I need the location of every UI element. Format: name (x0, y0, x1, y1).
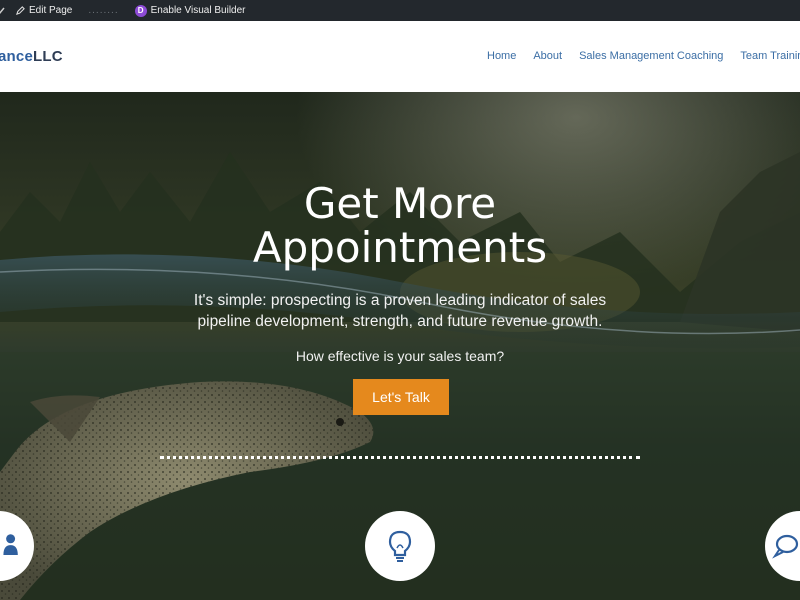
blurred-admin-item[interactable]: ........ (88, 5, 118, 16)
logo-text-part1: ance (0, 48, 33, 65)
hero-question: How effective is your sales team? (295, 348, 505, 364)
lightbulb-icon (388, 530, 412, 562)
lets-talk-button[interactable]: Let's Talk (353, 379, 449, 415)
divi-icon: D (134, 4, 147, 17)
main-nav: Home About Sales Management Coaching Tea… (487, 50, 800, 62)
edit-page-label: Edit Page (29, 5, 73, 16)
nav-about[interactable]: About (533, 50, 562, 62)
nav-sales-management-coaching[interactable]: Sales Management Coaching (579, 50, 723, 62)
hero-title: Get More Appointments (0, 182, 800, 270)
enable-visual-builder-link[interactable]: D Enable Visual Builder (134, 4, 246, 17)
feature-circle-2[interactable] (365, 511, 435, 581)
logo-text-part2: LLC (33, 48, 63, 65)
nav-home[interactable]: Home (487, 50, 516, 62)
dotted-divider (160, 456, 640, 459)
hero-title-line1: Get More (303, 179, 497, 228)
nav-team-training[interactable]: Team Training (740, 50, 800, 62)
hero-title-line2: Appointments (252, 223, 548, 272)
people-icon (3, 534, 18, 555)
admin-bar-edge-icon[interactable] (0, 6, 6, 16)
wp-admin-bar: Edit Page ........ D Enable Visual Build… (0, 0, 800, 21)
pencil-icon (16, 6, 25, 15)
visual-builder-label: Enable Visual Builder (150, 5, 246, 16)
hero-subtitle: It's simple: prospecting is a proven lea… (193, 292, 607, 330)
chat-icon (772, 534, 799, 559)
edit-page-link[interactable]: Edit Page (16, 5, 72, 16)
site-logo[interactable]: anceLLC (0, 48, 63, 65)
site-header: anceLLC Home About Sales Management Coac… (0, 21, 800, 92)
hero-section: Get More Appointments It's simple: prosp… (0, 92, 800, 600)
